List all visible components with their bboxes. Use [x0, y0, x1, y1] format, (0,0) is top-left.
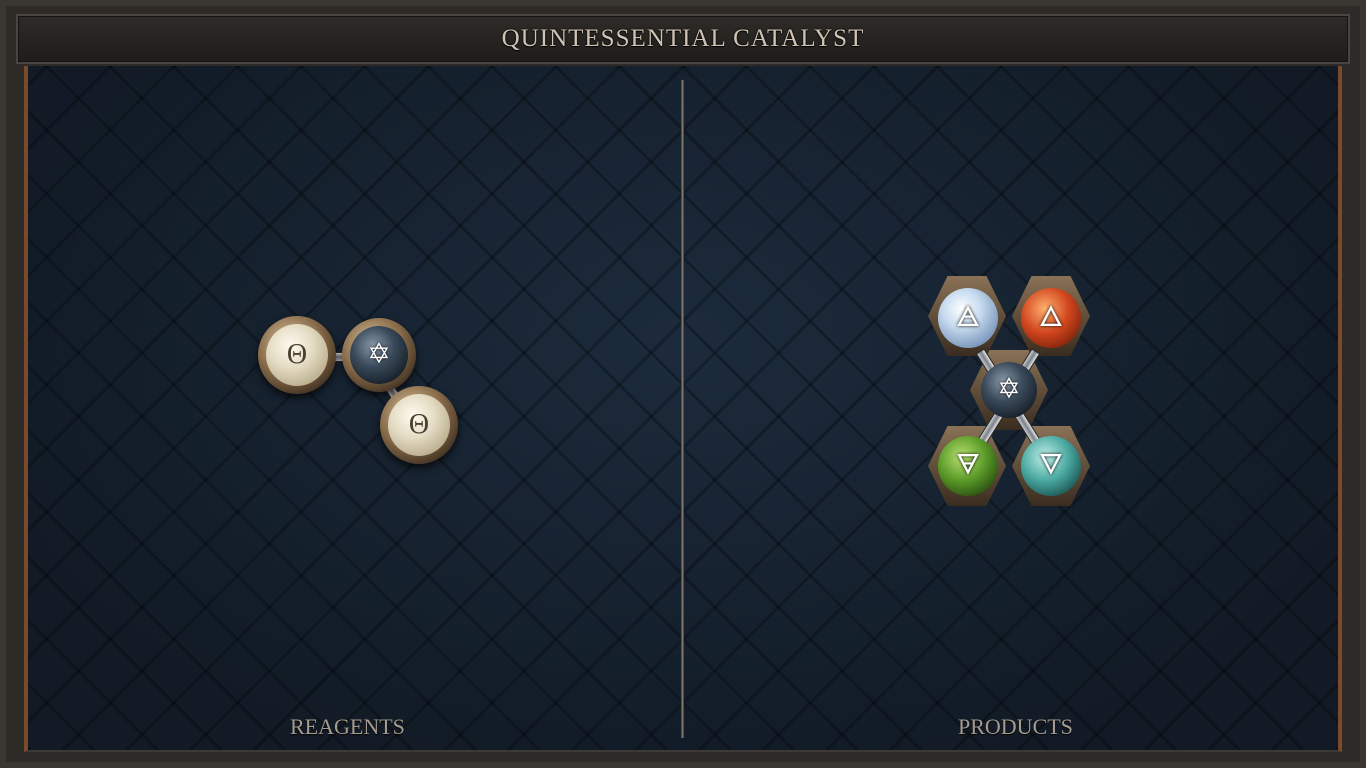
reagent-atom-salt[interactable]: Θ — [266, 324, 328, 386]
salt-icon: Θ — [408, 409, 430, 440]
water-icon: 🜄 — [1038, 450, 1064, 481]
salt-icon: Θ — [286, 339, 308, 370]
quintessence-icon: ✡ — [997, 374, 1021, 405]
puzzle-title: QUINTESSENTIAL CATALYST — [501, 25, 865, 52]
product-atom-water[interactable]: 🜄 — [1021, 436, 1081, 496]
reagent-atom-salt[interactable]: Θ — [388, 394, 450, 456]
title-bar: QUINTESSENTIAL CATALYST — [16, 14, 1350, 64]
air-icon: 🜁 — [955, 302, 981, 333]
fire-icon: 🜂 — [1038, 302, 1064, 333]
products-label: PRODUCTS — [958, 714, 1073, 739]
product-atom-fire[interactable]: 🜂 — [1021, 288, 1081, 348]
product-atom-quintessence[interactable]: ✡ — [981, 362, 1037, 418]
product-atom-air[interactable]: 🜁 — [938, 288, 998, 348]
reagents-label: REAGENTS — [290, 714, 405, 739]
quintessence-icon: ✡ — [367, 339, 391, 370]
reagent-atom-quintessence[interactable]: ✡ — [350, 326, 408, 384]
earth-icon: 🜃 — [955, 450, 981, 481]
product-atom-earth[interactable]: 🜃 — [938, 436, 998, 496]
panel-divider — [681, 80, 684, 738]
